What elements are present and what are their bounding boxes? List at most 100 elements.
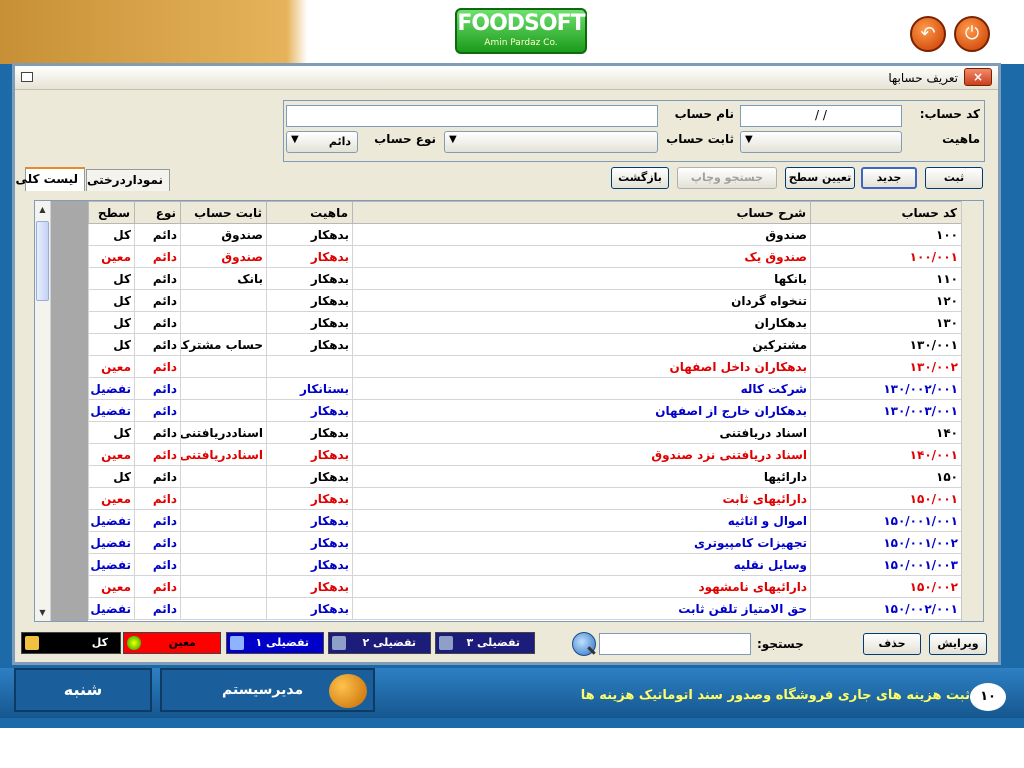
cell-code: ۱۳۰/۰۰۱ xyxy=(810,333,962,356)
cell-desc: تنخواه گردان xyxy=(352,289,811,312)
table-row[interactable]: ۱۳۰/۰۰۲ بدهکاران داخل اصفهان دائم معین xyxy=(88,355,962,378)
table-row[interactable]: ۱۳۰/۰۰۲/۰۰۱شرکت کالهبستانکار دائمتفضیل۱ xyxy=(88,377,962,400)
search-icon[interactable] xyxy=(572,632,596,656)
account-code-field[interactable]: / / xyxy=(740,105,902,127)
edit-button[interactable]: ویرایش xyxy=(929,633,987,655)
header-code[interactable]: کد حساب xyxy=(810,201,962,224)
cell-fixed xyxy=(180,355,267,378)
scroll-thumb[interactable] xyxy=(36,221,49,301)
cell-desc: حق الامتیاز تلفن ثابت xyxy=(352,597,811,620)
cell-code: ۱۳۰/۰۰۲ xyxy=(810,355,962,378)
cell-nature: بدهکار xyxy=(266,223,353,246)
header-desc[interactable]: شرح حساب xyxy=(352,201,811,224)
table-row[interactable]: ۱۴۰/۰۰۱ اسناد دریافتنی نزد صندوق بدهکار اسن… xyxy=(88,443,962,466)
notice-number: ۱۰ xyxy=(970,683,1006,711)
cell-level: کل xyxy=(88,223,135,246)
save-button[interactable]: ثبت xyxy=(925,167,983,189)
window-icon xyxy=(21,72,33,82)
cell-fixed xyxy=(180,509,267,532)
tab-tree-chart[interactable]: نموداردرختی xyxy=(86,169,170,191)
new-button[interactable]: جدید xyxy=(861,167,917,189)
cell-nature: بدهکار xyxy=(266,575,353,598)
nature-select[interactable]: ▼ xyxy=(740,131,902,153)
table-row[interactable]: ۱۰۰/۰۰۱ صندوق یک بدهکار صندوق دائم معین xyxy=(88,245,962,268)
cell-level: تفضیل۱ xyxy=(88,531,135,554)
scroll-down-icon[interactable]: ▼ xyxy=(36,606,49,619)
table-row[interactable]: ۱۵۰/۰۰۱/۰۰۱ اموال و اثاثیه بدهکار دائم تفضیل… xyxy=(88,509,962,532)
table-row[interactable]: ۱۵۰/۰۰۲ دارائیهای نامشهود بدهکار دائم معین xyxy=(88,575,962,598)
search-input[interactable] xyxy=(599,633,751,655)
cell-fixed: صندوق xyxy=(180,245,267,268)
cell-desc: دارائیهای ثابت xyxy=(352,487,811,510)
code-label: کد حساب: xyxy=(919,107,980,121)
table-row[interactable]: ۱۵۰/۰۰۲/۰۰۱ حق الامتیاز تلفن ثابت بدهکار دا… xyxy=(88,597,962,620)
cell-code: ۱۰۰/۰۰۱ xyxy=(810,245,962,268)
table-row[interactable]: ۱۱۰ بانکها بدهکار بانک دائم کل xyxy=(88,267,962,290)
legend-moin-label: معین xyxy=(168,636,196,649)
header-fixed[interactable]: ثابت حساب xyxy=(180,201,267,224)
cell-desc: دارائیها xyxy=(352,465,811,488)
header-type[interactable]: نوع xyxy=(134,201,181,224)
close-button[interactable]: × xyxy=(964,68,992,86)
legend-tafzil1: تفضیلی ۱ xyxy=(226,632,324,654)
cell-level: کل xyxy=(88,465,135,488)
back-icon[interactable]: ↶ xyxy=(910,16,946,52)
accounts-window: تعریف حسابها × کد حساب: / / نام حساب ماه… xyxy=(12,63,1001,665)
cell-type: دائم xyxy=(134,487,181,510)
table-row[interactable]: ۱۰۰ صندوق بدهکار صندوق دائم کل xyxy=(88,223,962,246)
cell-nature xyxy=(266,355,353,378)
cell-fixed xyxy=(180,487,267,510)
cell-nature: بدهکار xyxy=(266,245,353,268)
cell-nature: بدهکار xyxy=(266,421,353,444)
header-nature[interactable]: ماهیت xyxy=(266,201,353,224)
table-row[interactable]: ۱۵۰/۰۰۱ دارائیهای ثابت بدهکار دائم معین xyxy=(88,487,962,510)
back-button[interactable]: بازگشت xyxy=(611,167,669,189)
cell-fixed: حساب مشترکین xyxy=(180,333,267,356)
cell-level: تفضیل۱ xyxy=(88,377,135,400)
table-row[interactable]: ۱۵۰/۰۰۱/۰۰۳وسایل نقلیهبدهکار دائمتفضیل۱ xyxy=(88,553,962,576)
nature-label: ماهیت xyxy=(942,132,980,146)
search-print-button[interactable]: جستجو وچاپ xyxy=(677,167,777,189)
cell-desc: بدهکاران خارج از اصفهان xyxy=(352,399,811,422)
set-level-button[interactable]: تعیین سطح xyxy=(785,167,855,189)
scroll-up-icon[interactable]: ▲ xyxy=(36,203,49,216)
cell-nature: بدهکار xyxy=(266,465,353,488)
cell-level: معین xyxy=(88,245,135,268)
header-level[interactable]: سطح xyxy=(88,201,135,224)
accounts-table: کد حساب شرح حساب ماهیت ثابت حساب نوع سطح… xyxy=(88,201,962,620)
fixed-account-select[interactable]: ▼ xyxy=(444,131,658,153)
cell-type: دائم xyxy=(134,575,181,598)
cell-desc: صندوق یک xyxy=(352,245,811,268)
cell-desc: وسایل نقلیه xyxy=(352,553,811,576)
account-type-select[interactable]: دائم ▼ xyxy=(286,131,358,153)
pie-icon xyxy=(127,636,141,650)
cell-fixed xyxy=(180,465,267,488)
account-name-field[interactable] xyxy=(286,105,658,127)
logo-text: FOODSOFT xyxy=(457,11,585,36)
table-row[interactable]: ۱۵۰ دارائیها بدهکار دائم کل xyxy=(88,465,962,488)
name-label: نام حساب xyxy=(674,107,734,121)
chevron-down-icon: ▼ xyxy=(745,134,753,145)
cell-type: دائم xyxy=(134,531,181,554)
legend-tafzil3-label: تفضیلی ۳ xyxy=(466,636,520,649)
cell-type: دائم xyxy=(134,267,181,290)
cell-code: ۱۳۰/۰۰۲/۰۰۱ xyxy=(810,377,962,400)
table-row[interactable]: ۱۲۰ تنخواه گردان بدهکار دائم کل xyxy=(88,289,962,312)
table-row[interactable]: ۱۵۰/۰۰۱/۰۰۲ تجهیزات کامپیوتری بدهکار دائم تف… xyxy=(88,531,962,554)
level3-icon xyxy=(439,636,453,650)
cell-desc: صندوق xyxy=(352,223,811,246)
delete-button[interactable]: حذف xyxy=(863,633,921,655)
type-label: نوع حساب xyxy=(374,132,436,146)
table-row[interactable]: ۱۳۰ بدهکاران بدهکار دائم کل xyxy=(88,311,962,334)
table-row[interactable]: ۱۳۰/۰۰۱مشترکینبدهکارحساب مشترکیندائمکل xyxy=(88,333,962,356)
vertical-scrollbar[interactable]: ▲ ▼ xyxy=(35,201,51,621)
cell-code: ۱۴۰ xyxy=(810,421,962,444)
table-row[interactable]: ۱۳۰/۰۰۳/۰۰۱ بدهکاران خارج از اصفهان بدهکار… xyxy=(88,399,962,422)
cell-type: دائم xyxy=(134,465,181,488)
cell-code: ۱۵۰/۰۰۱/۰۰۳ xyxy=(810,553,962,576)
account-form: کد حساب: / / نام حساب ماهیت ▼ ثابت حساب … xyxy=(283,100,985,162)
user-avatar-icon xyxy=(329,674,367,708)
tab-overall-list[interactable]: لیست کلی xyxy=(15,167,85,191)
power-icon[interactable]: ⏻ xyxy=(954,16,990,52)
table-row[interactable]: ۱۴۰ اسناد دریافتنی بدهکار اسناددریافتنی دائم… xyxy=(88,421,962,444)
